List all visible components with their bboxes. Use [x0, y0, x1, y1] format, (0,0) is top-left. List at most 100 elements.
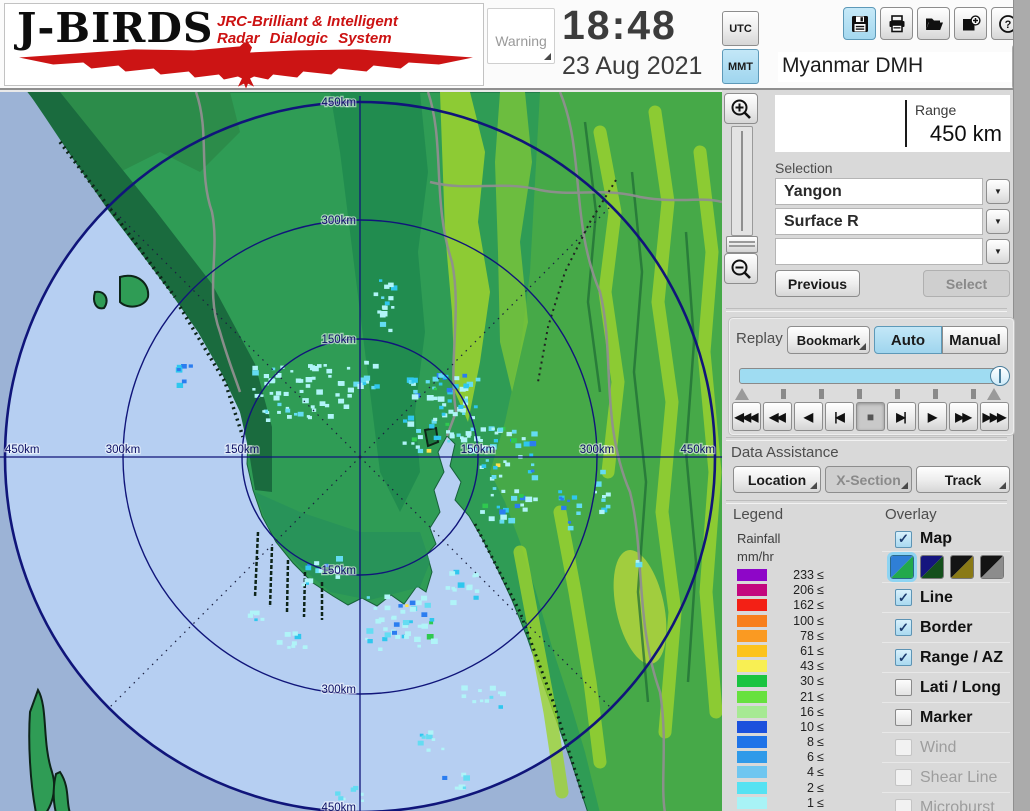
lati-long-checkbox[interactable] [895, 679, 912, 696]
radar-map-canvas[interactable]: 150km150km150km150km300km300km300km300km… [0, 92, 722, 811]
separator [726, 437, 1007, 441]
extra-dropdown-value[interactable] [775, 238, 983, 265]
legend-color-swatch [737, 691, 767, 703]
site-dropdown-value[interactable]: Yangon [775, 178, 983, 205]
step-back-button[interactable]: |◀ [825, 402, 854, 431]
ring-label: 300km [580, 444, 615, 456]
legend-operator: ≤ [817, 674, 824, 688]
replay-slider-handle[interactable] [990, 366, 1010, 386]
legend-row: 78≤ [737, 629, 847, 644]
site-dropdown-arrow-icon[interactable]: ▼ [986, 179, 1010, 204]
fast-rewind-button[interactable]: ◀◀ [763, 402, 792, 431]
print-button[interactable] [880, 7, 913, 40]
overlay-item-border: ✓Border [882, 612, 1010, 642]
warning-button[interactable]: Warning [487, 8, 555, 64]
bookmark-button[interactable]: Bookmark [787, 326, 870, 354]
manual-button[interactable]: Manual [942, 326, 1008, 354]
zoom-slider-handle[interactable] [726, 236, 758, 253]
jbirds-window: J-BIRDS JRC-Brilliant & Intelligent Rada… [0, 0, 1030, 811]
window-edge-strip [1013, 0, 1030, 811]
legend-operator: ≤ [817, 629, 824, 643]
map-style-3[interactable] [950, 555, 974, 579]
legend-value: 43 [770, 659, 814, 673]
legend-title: Legend [733, 506, 783, 523]
overlay-item-line: ✓ Line [882, 582, 1010, 612]
zoom-in-button[interactable] [724, 93, 758, 124]
map-checkbox[interactable]: ✓ [895, 531, 912, 548]
play-reverse-button[interactable]: ◀ [794, 402, 823, 431]
open-folder-button[interactable] [917, 7, 950, 40]
legend-row: 21≤ [737, 690, 847, 705]
previous-button[interactable]: Previous [775, 270, 860, 297]
x-section-button[interactable]: X-Section [825, 466, 912, 493]
legend-color-swatch [737, 645, 767, 657]
tick [781, 389, 786, 399]
overlay-item-shear-line: Shear Line [882, 762, 1010, 792]
overlay-item-microburst: Microburst [882, 792, 1010, 811]
auto-button[interactable]: Auto [874, 326, 942, 354]
overlay-item-label: Marker [920, 709, 972, 727]
replay-timeline-slider[interactable] [739, 368, 1003, 384]
range-az-checkbox[interactable]: ✓ [895, 649, 912, 666]
legend-value: 61 [770, 644, 814, 658]
legend-value: 30 [770, 674, 814, 688]
zoom-out-button[interactable] [724, 253, 758, 284]
image-add-button[interactable] [954, 7, 987, 40]
legend-row: 61≤ [737, 644, 847, 659]
tick [971, 389, 976, 399]
skip-to-end-button[interactable]: ▶▶▶ [980, 402, 1009, 431]
overlay-item-label: Microburst [920, 799, 995, 811]
legend-color-swatch [737, 660, 767, 672]
legend-row: 6≤ [737, 750, 847, 765]
extra-dropdown-arrow-icon[interactable]: ▼ [986, 239, 1010, 264]
location-button[interactable]: Location [733, 466, 821, 493]
fast-forward-button[interactable]: ▶▶ [949, 402, 978, 431]
rainfall-legend: 233≤206≤162≤100≤78≤61≤43≤30≤21≤16≤10≤8≤6… [737, 568, 847, 811]
zoom-out-icon [730, 258, 752, 280]
overlay-item-label: Line [920, 589, 953, 607]
legend-row: 2≤ [737, 781, 847, 796]
legend-color-swatch [737, 782, 767, 794]
wind-checkbox[interactable] [895, 739, 912, 756]
legend-row: 10≤ [737, 720, 847, 735]
shear-line-checkbox[interactable] [895, 769, 912, 786]
microburst-checkbox[interactable] [895, 799, 912, 811]
map-style-4[interactable] [980, 555, 1004, 579]
tick [819, 389, 824, 399]
legend-row: 43≤ [737, 659, 847, 674]
marker-checkbox[interactable] [895, 709, 912, 726]
range-value: 450 km [930, 121, 1002, 147]
skip-to-start-button[interactable]: ◀◀◀ [732, 402, 761, 431]
select-button[interactable]: Select [923, 270, 1010, 297]
overlay-item-marker: Marker [882, 702, 1010, 732]
range-display: Range 450 km [775, 95, 1010, 152]
map-style-1[interactable] [890, 555, 914, 579]
extra-dropdown: ▼ [775, 238, 1010, 265]
zoom-slider-track[interactable] [731, 126, 753, 236]
line-checkbox[interactable]: ✓ [895, 589, 912, 606]
overlay-item-label: Wind [920, 739, 956, 757]
warning-button-label: Warning [495, 33, 547, 49]
radar-map[interactable]: 150km150km150km150km300km300km300km300km… [0, 90, 722, 811]
ring-label: 300km [106, 444, 141, 456]
product-dropdown-value[interactable]: Surface R [775, 208, 983, 235]
map-style-2[interactable] [920, 555, 944, 579]
step-forward-button[interactable]: ▶| [887, 402, 916, 431]
utc-button[interactable]: UTC [722, 11, 759, 46]
overlay-item-map: ✓Map [882, 527, 1010, 551]
ring-label: 450km [321, 802, 356, 811]
legend-row: 100≤ [737, 614, 847, 629]
product-dropdown-arrow-icon[interactable]: ▼ [986, 209, 1010, 234]
legend-value: 10 [770, 720, 814, 734]
overlay-title: Overlay [885, 506, 937, 523]
data-assistance-label: Data Assistance [731, 444, 839, 461]
legend-color-swatch [737, 675, 767, 687]
save-button[interactable] [843, 7, 876, 40]
legend-operator: ≤ [817, 750, 824, 764]
stop-button[interactable]: ■ [856, 402, 885, 431]
play-button[interactable]: ▶ [918, 402, 947, 431]
mmt-button[interactable]: MMT [722, 49, 759, 84]
track-button[interactable]: Track [916, 466, 1010, 493]
border-checkbox[interactable]: ✓ [895, 619, 912, 636]
legend-value: 78 [770, 629, 814, 643]
